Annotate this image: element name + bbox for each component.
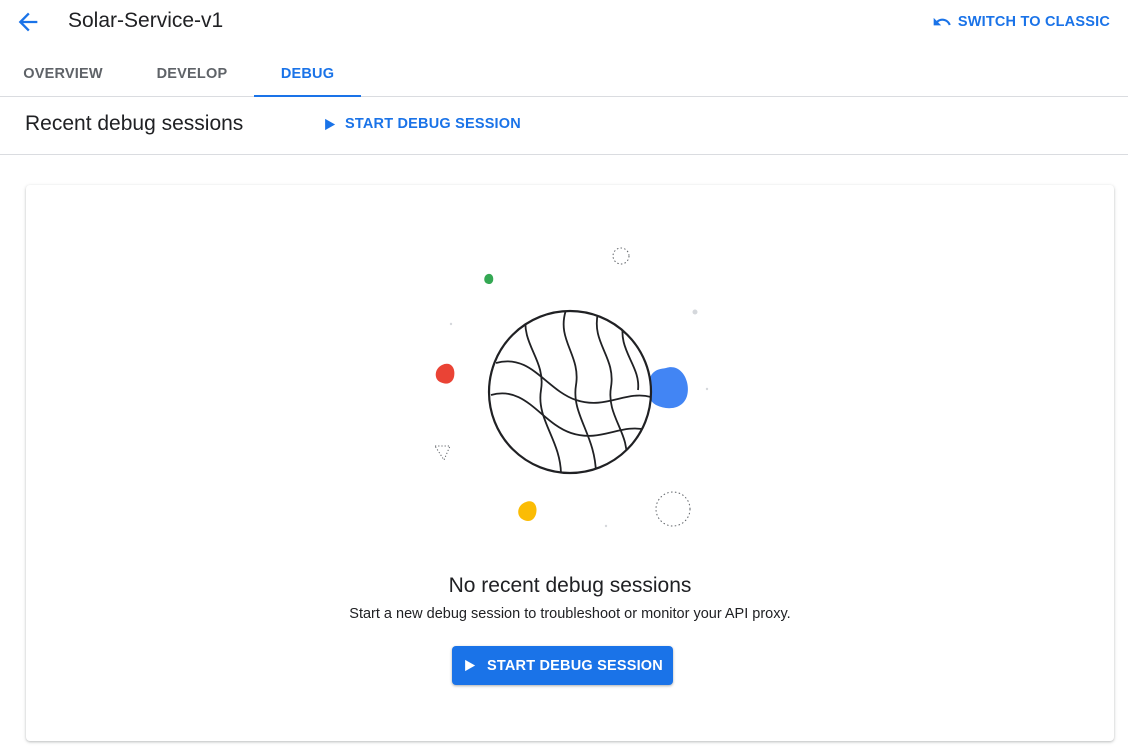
section-title: Recent debug sessions <box>25 112 244 135</box>
top-bar: Solar-Service-v1 SWITCH TO CLASSIC <box>0 0 1128 44</box>
undo-icon <box>933 17 951 26</box>
green-blob <box>484 273 494 285</box>
start-debug-session-button[interactable]: START DEBUG SESSION <box>452 646 673 685</box>
start-debug-session-link[interactable]: START DEBUG SESSION <box>322 116 521 132</box>
empty-state-description: Start a new debug session to troubleshoo… <box>349 606 791 622</box>
page-title: Solar-Service-v1 <box>68 9 224 32</box>
start-debug-session-label: START DEBUG SESSION <box>345 116 521 132</box>
red-blob <box>435 363 455 384</box>
yellow-blob <box>518 501 537 522</box>
empty-state-title: No recent debug sessions <box>448 574 692 597</box>
section-header: Recent debug sessions START DEBUG SESSIO… <box>0 97 1128 155</box>
arrow-back-icon <box>18 12 38 32</box>
tab-develop[interactable]: DEVELOP <box>140 52 244 96</box>
play-icon <box>325 118 336 130</box>
blue-blob <box>647 367 688 409</box>
switch-to-classic-label: SWITCH TO CLASSIC <box>957 14 1110 30</box>
start-debug-session-button-label: START DEBUG SESSION <box>487 657 663 674</box>
back-button[interactable] <box>14 8 42 36</box>
switch-to-classic-button[interactable]: SWITCH TO CLASSIC <box>932 12 1110 32</box>
tab-debug[interactable]: DEBUG <box>254 52 361 97</box>
tab-overview[interactable]: OVERVIEW <box>12 52 114 96</box>
play-icon <box>465 659 476 672</box>
tab-bar: OVERVIEW DEVELOP DEBUG <box>0 52 1128 97</box>
globe-illustration <box>434 247 709 528</box>
empty-state-card: No recent debug sessions Start a new deb… <box>26 185 1114 741</box>
